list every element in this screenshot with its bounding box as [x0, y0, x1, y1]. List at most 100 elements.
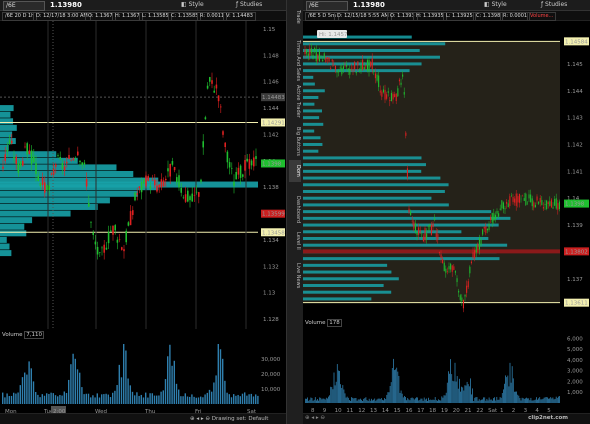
candle-body: [506, 201, 508, 204]
volume-bar: [142, 397, 145, 404]
candle-body: [213, 90, 215, 93]
volume-bar: [496, 396, 498, 403]
candle-body: [411, 220, 413, 222]
volume-bar: [379, 399, 381, 403]
chart-pane-5m[interactable]: /6E 1.13980 ◧ Style ƒ Studies /6E 5 D 5m…: [303, 0, 590, 424]
profile-bar: [303, 277, 399, 281]
symbol-input[interactable]: /6E: [3, 1, 45, 11]
candle-body: [448, 266, 450, 270]
sidebar-tab[interactable]: Dashboard: [289, 195, 301, 225]
candle-body: [456, 278, 458, 283]
profile-bar: [0, 118, 14, 125]
volume-bar: [541, 399, 543, 403]
volume-chart-1h[interactable]: 30,000 20,000 10,000: [0, 340, 286, 406]
profile-bar: [303, 257, 500, 261]
scroll-icon[interactable]: ⊕ ◂ ▸ ⊖: [190, 416, 210, 422]
candle-body: [136, 193, 138, 195]
candle-body: [394, 94, 396, 97]
profile-bar: [303, 236, 489, 240]
candle-body: [509, 196, 511, 206]
volume-bar: [149, 393, 151, 404]
candle-body: [461, 297, 463, 302]
candle-body: [498, 213, 500, 217]
volume-bar: [553, 399, 555, 403]
candle-body: [429, 224, 431, 227]
candle-body: [478, 238, 480, 250]
price-chart-1h[interactable]: 1.151.1481.1461.1441.1421.141.1381.1361.…: [0, 21, 286, 329]
candle-body: [366, 60, 368, 71]
candle-body: [430, 225, 432, 236]
candle-body: [169, 163, 171, 177]
volume-title: Volume: [305, 320, 326, 326]
sidebar-tab[interactable]: Trade: [289, 6, 301, 28]
volume-bar: [519, 398, 521, 403]
volume-bar: [13, 392, 15, 404]
candle-body: [112, 225, 114, 235]
chart-footer: ⊕ ◂ ▸ ⊖ clip2net.com: [303, 413, 590, 424]
volume-chart-5m[interactable]: 6,000 5,000 4,000 3,000 2,000 1,000: [303, 329, 590, 405]
profile-bar: [303, 129, 315, 133]
candle-body: [419, 230, 421, 232]
profile-bar: [303, 149, 319, 153]
symbol-input[interactable]: /6E: [306, 1, 348, 11]
volume-bar: [550, 397, 552, 403]
volume-bar: [131, 391, 134, 404]
drawing-set[interactable]: Drawing set: Default: [212, 416, 269, 422]
volume-bar: [431, 400, 433, 403]
volume-bar: [333, 372, 335, 403]
sidebar-tab[interactable]: Dom: [289, 160, 301, 182]
candle-body: [358, 71, 360, 73]
volume-bar: [463, 390, 465, 403]
candle-body: [129, 211, 132, 226]
volume-bar: [488, 397, 490, 403]
candle-body: [228, 162, 231, 168]
sidebar-tab[interactable]: Times And Sales: [289, 40, 301, 81]
volume-bar: [410, 397, 412, 403]
volume-bar: [456, 376, 458, 403]
volume-bar: [464, 385, 466, 403]
price-chart-5m[interactable]: Hi: 1.14571.1451.1441.1431.1421.1411.141…: [303, 21, 590, 316]
style-button[interactable]: ◧ Style: [484, 1, 507, 9]
volume-bar: [313, 399, 315, 403]
candle-body: [443, 262, 445, 272]
volume-title: Volume: [2, 332, 23, 338]
style-button[interactable]: ◧ Style: [181, 1, 204, 9]
studies-button[interactable]: ƒ Studies: [541, 1, 567, 9]
sidebar-tab[interactable]: Live News: [289, 262, 301, 290]
volume-bar: [10, 395, 13, 404]
studies-button[interactable]: ƒ Studies: [236, 1, 262, 9]
chart-toolbar: /6E 1.13980 ◧ Style ƒ Studies: [303, 0, 590, 11]
volume-bar: [474, 397, 476, 403]
candle-body: [483, 226, 485, 229]
volume-bar: [426, 398, 427, 403]
candle-body: [520, 198, 522, 200]
candle-body: [344, 65, 346, 67]
candle-body: [410, 211, 412, 215]
scroll-controls[interactable]: ⊕ ◂ ▸ ⊖: [305, 415, 325, 421]
volume-bar: [485, 400, 487, 403]
sidebar-tab[interactable]: Big Buttons: [289, 125, 301, 157]
profile-bar: [303, 210, 492, 214]
volume-bar: [375, 400, 377, 403]
sidebar-tab[interactable]: Level II: [289, 228, 301, 254]
candle-body: [427, 225, 429, 227]
volume-bar: [536, 397, 537, 403]
volume-study-badge[interactable]: Volume...: [527, 12, 557, 21]
volume-bar: [316, 400, 317, 403]
profile-bar: [303, 75, 314, 79]
chart-pane-1h[interactable]: /6E 1.13980 ◧ Style ƒ Studies /6E 20 D 1…: [0, 0, 286, 424]
volume-bar: [167, 356, 169, 404]
candle-body: [395, 93, 397, 102]
volume-bar: [401, 393, 403, 403]
candle-body: [518, 193, 520, 203]
volume-bar: [539, 397, 541, 403]
candle-body: [376, 74, 378, 81]
volume-bar: [402, 397, 404, 403]
volume-bar: [454, 362, 456, 403]
volume-bar: [228, 394, 230, 404]
volume-bar: [358, 399, 360, 403]
candle-body: [92, 232, 94, 235]
volume-bar: [246, 395, 248, 404]
sidebar-tab[interactable]: Active Trader: [289, 82, 301, 120]
volume-bar: [19, 385, 21, 404]
